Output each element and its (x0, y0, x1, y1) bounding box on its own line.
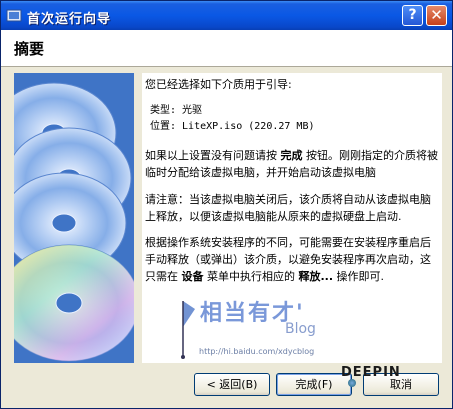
window-title: 首次运行向导 (27, 12, 112, 27)
close-button[interactable]: ✕ (426, 5, 447, 26)
release-note: 请注意：当该虚拟电脑关闭后，该介质将自动从该虚拟电脑上释放，以便该虚拟电脑能从原… (145, 193, 431, 223)
blog-watermark: 相当有才' Blog http://hi.baidu.com/xdycblog (179, 295, 379, 365)
finish-instructions: 如果以上设置没有问题请按 完成 按钮。刚刚指定的介质将被临时分配给该虚拟电脑，并… (145, 149, 438, 179)
title-bar[interactable]: 首次运行向导 ? ✕ (1, 1, 452, 30)
watermark-url: http://hi.baidu.com/xdycblog (199, 347, 315, 356)
cd-stack-image (14, 82, 134, 362)
help-button[interactable]: ? (402, 5, 423, 26)
eject-note: 根据操作系统安装程序的不同，可能需要在安装程序重启后手动释放（或弹出）该介质，以… (145, 236, 431, 283)
wizard-window: 首次运行向导 ? ✕ 摘要 您已经选择如下介质用于引导: 类型: 光驱 位置: … (0, 0, 453, 409)
help-icon: ? (408, 7, 417, 23)
watermark-blog: Blog (285, 321, 316, 337)
page-title: 摘要 (14, 40, 45, 58)
deepin-logo-mark (348, 379, 356, 387)
back-button[interactable]: < 返回(B) (194, 373, 270, 396)
virtualbox-icon (6, 9, 22, 22)
deepin-logo: DEEPIN (341, 365, 401, 380)
media-location: 位置: LiteXP.iso (220.27 MB) (150, 121, 315, 132)
wizard-header: 摘要 (1, 30, 452, 67)
close-icon: ✕ (430, 6, 443, 24)
media-type: 类型: 光驱 (150, 105, 203, 116)
wizard-side-image (14, 73, 134, 363)
intro-text: 您已经选择如下介质用于引导: (145, 78, 292, 91)
flag-icon (181, 301, 195, 359)
